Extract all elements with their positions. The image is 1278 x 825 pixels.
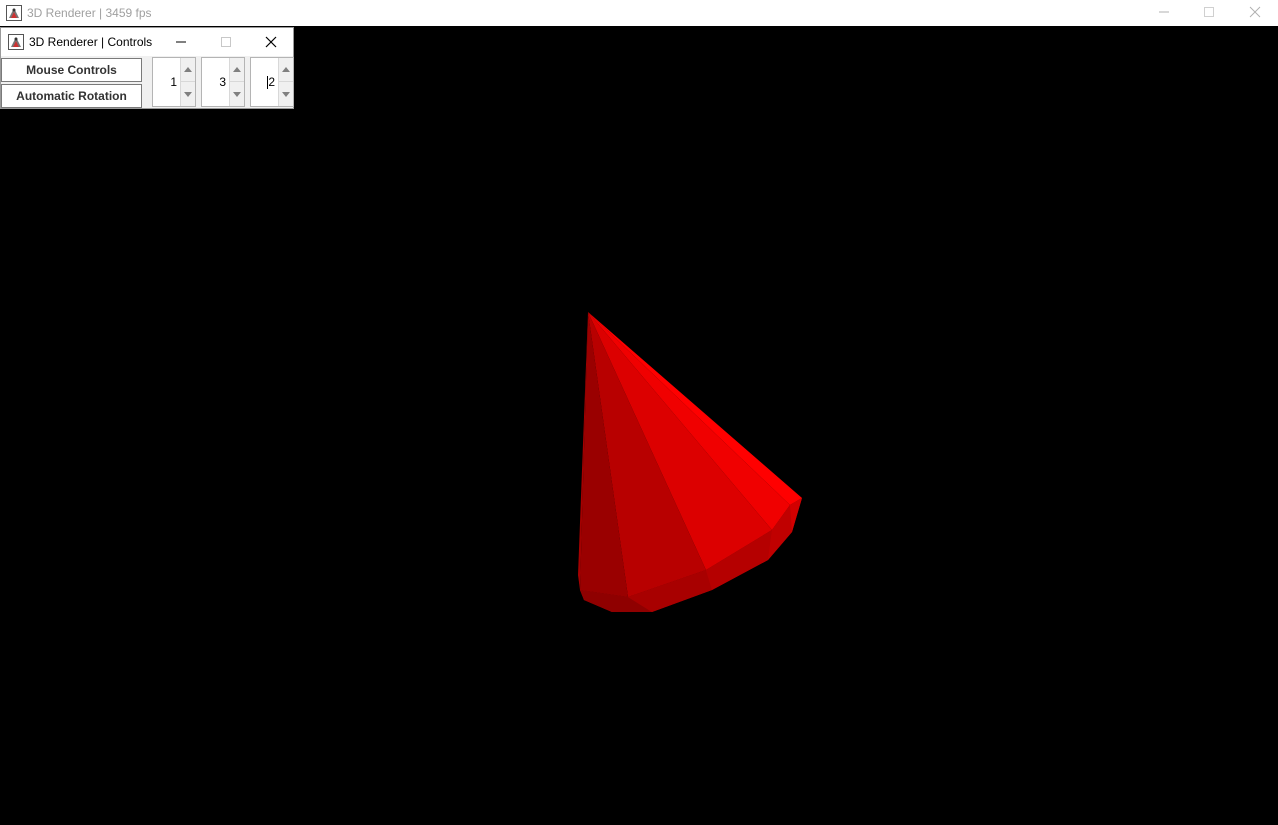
arrow-up-icon [184,67,192,72]
spinner-3-value: 2 [268,75,275,89]
controls-close-button[interactable] [249,28,293,56]
arrow-up-icon [233,67,241,72]
render-canvas[interactable] [0,26,1278,825]
spinner-3-down-button[interactable] [279,82,293,106]
spinner-2[interactable]: 3 [201,57,245,107]
automatic-rotation-button[interactable]: Automatic Rotation [1,84,142,108]
arrow-down-icon [282,91,290,97]
maximize-icon [221,37,231,47]
spinner-1[interactable]: 1 [152,57,196,107]
spinner-1-value[interactable]: 1 [153,58,181,106]
arrow-down-icon [184,91,192,97]
java-app-icon [8,34,24,50]
close-icon [265,36,277,48]
arrow-down-icon [233,91,241,97]
spinner-1-up-button[interactable] [181,58,195,82]
spinner-2-down-button[interactable] [230,82,244,106]
main-window: 3D Renderer | 3459 fps 3D Renderer | Con… [0,0,1278,825]
arrow-up-icon [282,67,290,72]
spinner-2-value[interactable]: 3 [202,58,230,106]
controls-window-title: 3D Renderer | Controls [29,35,153,49]
minimize-icon [176,41,186,43]
controls-title-bar[interactable]: 3D Renderer | Controls [1,28,293,56]
spinner-1-down-button[interactable] [181,82,195,106]
spinner-2-up-button[interactable] [230,58,244,82]
spinner-3-field[interactable]: 2 [251,58,279,106]
spinner-3[interactable]: 2 [250,57,294,107]
controls-minimize-button[interactable] [159,28,203,56]
cone-model [578,312,802,612]
controls-maximize-button[interactable] [204,28,248,56]
controls-window: 3D Renderer | Controls Mouse Controls Au… [0,27,294,109]
mouse-controls-button[interactable]: Mouse Controls [1,58,142,82]
spinner-3-up-button[interactable] [279,58,293,82]
